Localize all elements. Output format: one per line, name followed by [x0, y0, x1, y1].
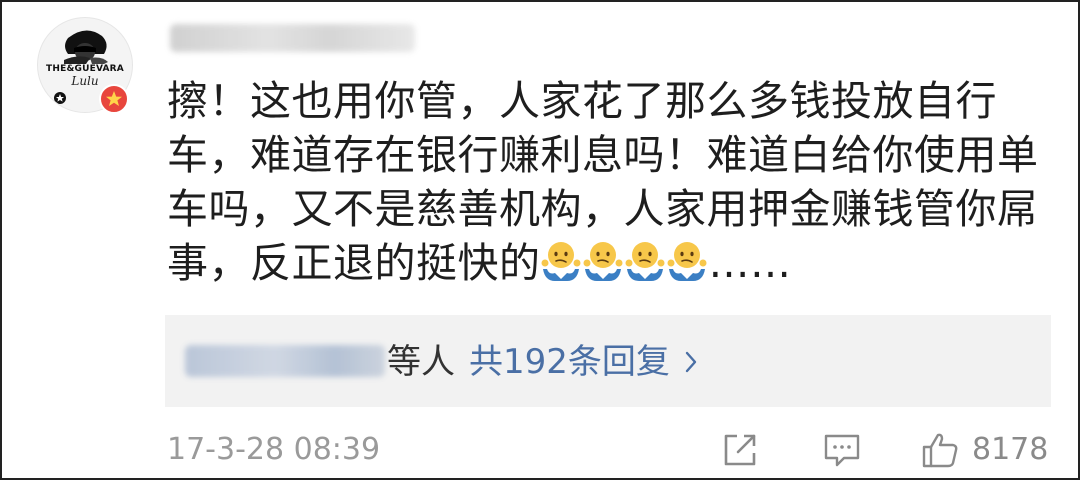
shrug-emoji: [541, 242, 580, 281]
comment-line: 事，反正退的挺快的: [167, 239, 541, 287]
chevron-right-icon: [685, 351, 697, 373]
like-button[interactable]: 8178: [920, 430, 1048, 470]
view-replies-link[interactable]: 共192条回复: [469, 342, 698, 382]
shrug-emoji: [625, 242, 664, 281]
shrug-emoji: [583, 242, 622, 281]
comment-icon: [824, 434, 860, 467]
share-icon: [724, 434, 756, 466]
comment-ellipsis: ……: [708, 239, 792, 287]
comment-line-last: 事，反正退的挺快的 ……: [167, 236, 1047, 290]
comment-body: 擦！这也用你管，人家花了那么多钱投放自行 车，难道存在银行赚利息吗！难道白给你使…: [167, 74, 1047, 290]
like-count: 8178: [972, 432, 1049, 467]
username-blurred[interactable]: [170, 24, 415, 52]
comment-line: 车，难道存在银行赚利息吗！难道白给你使用单: [167, 131, 1039, 179]
verified-badge-icon: [99, 84, 129, 114]
comment-card: THE&GUEVARA Lulu 擦！这也用你管，人家花了那么多钱投放自行 车，…: [0, 0, 1080, 480]
reply-button[interactable]: [822, 430, 862, 470]
avatar-brand-text: THE&GUEVARA: [46, 64, 124, 74]
share-button[interactable]: [720, 430, 760, 470]
thumbs-up-icon: [922, 433, 958, 468]
comment-line: 擦！这也用你管，人家花了那么多钱投放自行: [167, 77, 997, 125]
emoji-group: [541, 239, 709, 287]
comment-line: 车吗，又不是慈善机构，人家用押金赚钱管你屌: [167, 185, 1039, 233]
timestamp: 17-3-28 08:39: [167, 432, 381, 467]
reply-users-blurred: [185, 345, 385, 377]
replies-preview[interactable]: 等人 共192条回复: [165, 315, 1051, 407]
replies-count-label: 共192条回复: [469, 342, 670, 382]
replies-etc-label: 等人: [387, 342, 455, 382]
shrug-emoji: [667, 242, 706, 281]
